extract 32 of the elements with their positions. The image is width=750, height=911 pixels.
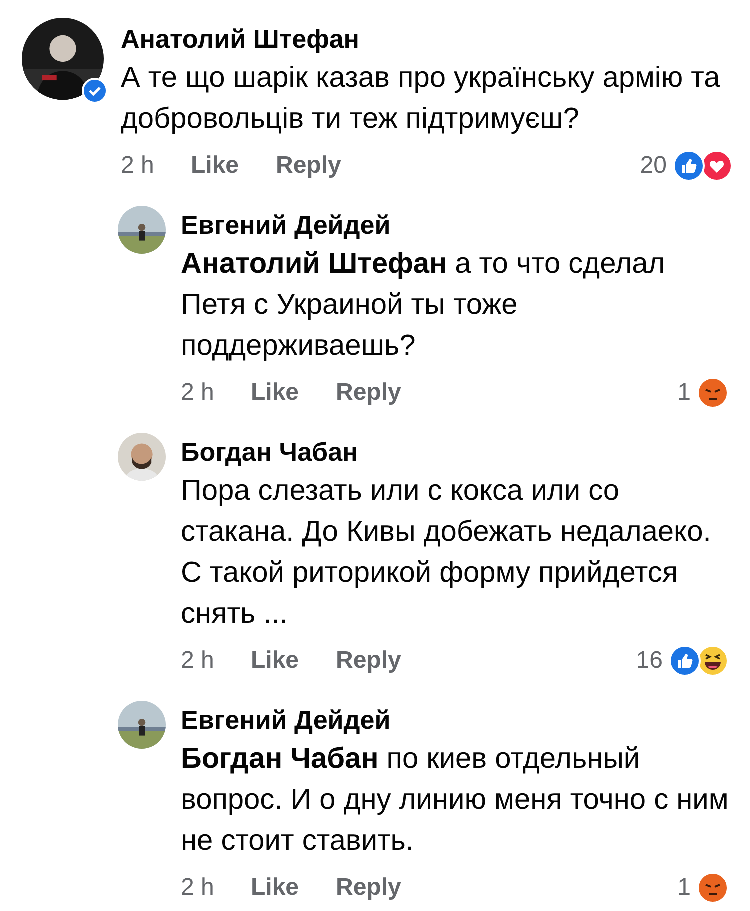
reaction-count: 1 [678, 873, 691, 903]
timestamp: 2 h [181, 646, 216, 676]
like-button[interactable]: Like [251, 375, 336, 411]
like-button[interactable]: Like [251, 870, 336, 906]
author-name[interactable]: Анатолий Штефан [121, 20, 733, 58]
timestamp: 2 h [181, 873, 216, 903]
like-button[interactable]: Like [251, 643, 336, 679]
laughing-reaction-icon [697, 645, 729, 677]
reaction-count: 20 [640, 151, 667, 181]
angry-reaction-icon [697, 377, 729, 409]
comment-text: Анатолий Штефан а то что сделал Петя с Украиной ты тоже поддерживаешь? [181, 247, 666, 364]
author-name[interactable]: Богдан Чабан [181, 433, 729, 471]
timestamp: 2 h [181, 378, 216, 408]
angry-reaction-icon [697, 872, 729, 904]
reply-button[interactable]: Reply [336, 870, 402, 906]
timestamp: 2 h [121, 151, 156, 181]
mention-link[interactable]: Анатолий Штефан [181, 248, 448, 280]
reaction-count: 1 [678, 378, 691, 408]
mention-link[interactable]: Богдан Чабан [181, 743, 379, 775]
comment-text: Пора слезать или с кокса или со стакана. До Кивы добежать недалаеко. С такой риторикой форму прийдется снять ... [181, 474, 712, 632]
reaction-count: 16 [636, 646, 663, 676]
author-name[interactable]: Евгений Дейдей [181, 701, 729, 739]
like-reaction-icon [669, 645, 701, 677]
comment-text: Богдан Чабан по киев отдельный вопрос. И о дну линию меня точно с ним не стоит ставить. [181, 742, 729, 859]
reply-button[interactable]: Reply [336, 375, 402, 411]
like-button[interactable]: Like [191, 148, 276, 184]
comment-text: А те що шарік казав про українську армію та добровольців ти теж підтримуєш? [121, 61, 722, 137]
author-name[interactable]: Евгений Дейдей [181, 206, 729, 244]
heart-reaction-icon [701, 150, 733, 182]
like-reaction-icon [673, 150, 705, 182]
reply-button[interactable]: Reply [276, 148, 342, 184]
reply-button[interactable]: Reply [336, 643, 402, 679]
